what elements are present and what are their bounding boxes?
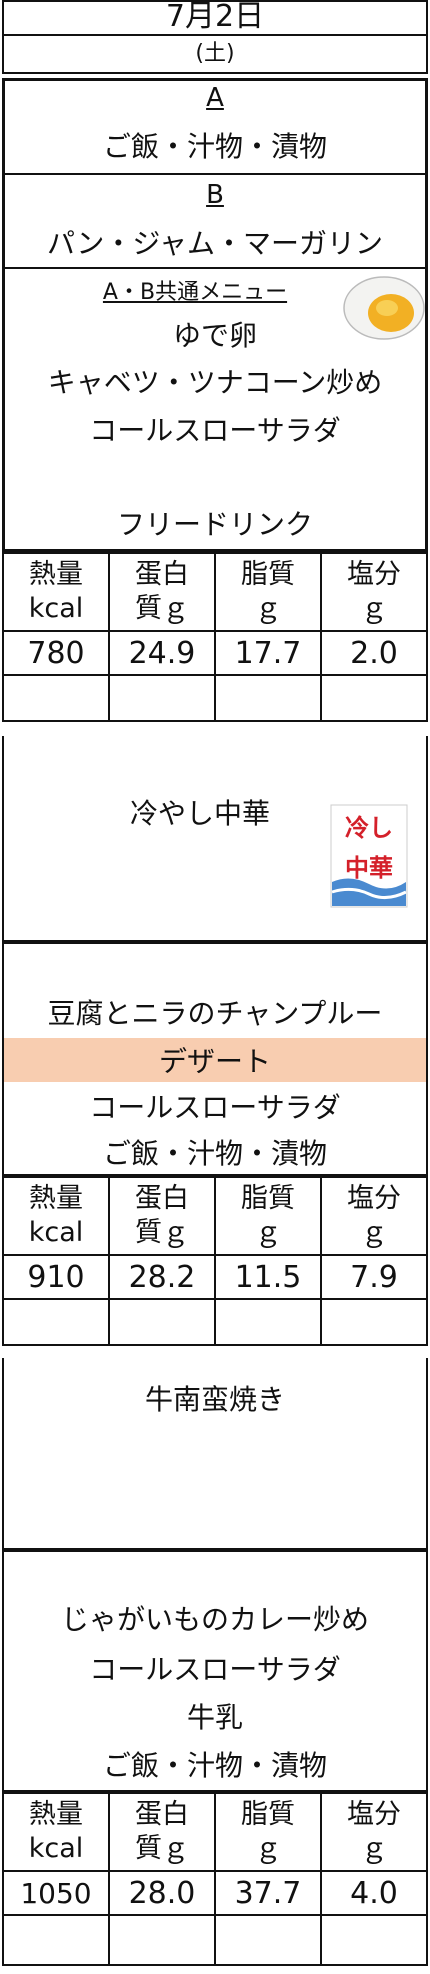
header-salt: 塩分 ｇ [320, 1792, 428, 1872]
energy-value: 1050 [2, 1870, 110, 1916]
lunch-dessert: デザート [158, 1045, 271, 1078]
salt-value: 4.0 [320, 1870, 428, 1916]
nutrition-empty-row [2, 1914, 428, 1966]
date-text: 7月2日 [165, 0, 265, 34]
breakfast-nutrition-table: 熱量 kcal 蛋白 質ｇ 脂質 ｇ 塩分 ｇ 780 24.9 17.7 2.0 [2, 552, 428, 722]
energy-value: 780 [2, 630, 110, 676]
header-energy: 熱量 kcal [2, 1792, 110, 1872]
header-protein: 蛋白 質ｇ [108, 1792, 216, 1872]
header-fat: 脂質 ｇ [214, 552, 322, 632]
header-fat: 脂質 ｇ [214, 1176, 322, 1256]
sign-text-line-2: 中華 [345, 854, 393, 882]
header-fat: 脂質 ｇ [214, 1792, 322, 1872]
header-protein: 蛋白 質ｇ [108, 552, 216, 632]
common-menu-label: A・B共通メニュー [102, 280, 288, 305]
drink-item: フリードリンク [116, 508, 313, 541]
day-cell: (土) [2, 36, 428, 74]
divider [5, 173, 425, 175]
lunch-staple: ご飯・汁物・漬物 [102, 1137, 327, 1170]
option-a-label: A [206, 83, 224, 113]
energy-value: 910 [2, 1254, 110, 1300]
nutrition-value-row: 910 28.2 11.5 7.9 [2, 1254, 428, 1300]
nutrition-header-row: 熱量 kcal 蛋白 質ｇ 脂質 ｇ 塩分 ｇ [2, 552, 428, 632]
date-cell: 7月2日 [2, 0, 428, 36]
divider [5, 267, 425, 269]
dinner-main-dish: 牛南蛮焼き [144, 1383, 285, 1416]
nutrition-value-row: 780 24.9 17.7 2.0 [2, 630, 428, 676]
lunch-side-dish: 豆腐とニラのチャンプルー [47, 997, 383, 1030]
common-item-2: キャベツ・ツナコーン炒め [47, 366, 383, 399]
dinner-item-3: 牛乳 [186, 1701, 243, 1734]
lunch-salad: コールスローサラダ [89, 1091, 341, 1124]
nutrition-empty-row [2, 674, 428, 722]
lunch-main: 冷やし中華 冷し 中華 [2, 736, 428, 942]
fat-value: 11.5 [214, 1254, 322, 1300]
lunch-sides: 豆腐とニラのチャンプルー デザート コールスローサラダ ご飯・汁物・漬物 [2, 942, 428, 1176]
header-energy: 熱量 kcal [2, 552, 110, 632]
salt-value: 7.9 [320, 1254, 428, 1300]
boiled-egg-icon [343, 276, 425, 340]
nutrition-header-row: 熱量 kcal 蛋白 質ｇ 脂質 ｇ 塩分 ｇ [2, 1792, 428, 1872]
option-b-label: B [206, 180, 224, 210]
dinner-nutrition-table: 熱量 kcal 蛋白 質ｇ 脂質 ｇ 塩分 ｇ 1050 28.0 37.7 4.0 [2, 1792, 428, 1966]
salt-value: 2.0 [320, 630, 428, 676]
dinner-main: 牛南蛮焼き [2, 1358, 428, 1550]
header-protein: 蛋白 質ｇ [108, 1176, 216, 1256]
breakfast-menu: A ご飯・汁物・漬物 B パン・ジャム・マーガリン A・B共通メニュー ゆで卵 … [2, 78, 428, 552]
fat-value: 37.7 [214, 1870, 322, 1916]
nutrition-header-row: 熱量 kcal 蛋白 質ｇ 脂質 ｇ 塩分 ｇ [2, 1176, 428, 1256]
header-salt: 塩分 ｇ [320, 552, 428, 632]
protein-value: 28.0 [108, 1870, 216, 1916]
protein-value: 24.9 [108, 630, 216, 676]
dinner-sides: じゃがいものカレー炒め コールスローサラダ 牛乳 ご飯・汁物・漬物 [2, 1550, 428, 1792]
dinner-item-1: じゃがいものカレー炒め [60, 1603, 369, 1636]
lunch-nutrition-table: 熱量 kcal 蛋白 質ｇ 脂質 ｇ 塩分 ｇ 910 28.2 11.5 7.9 [2, 1176, 428, 1346]
protein-value: 28.2 [108, 1254, 216, 1300]
dinner-item-4: ご飯・汁物・漬物 [102, 1749, 327, 1782]
day-text: (土) [195, 41, 235, 66]
fat-value: 17.7 [214, 630, 322, 676]
nutrition-value-row: 1050 28.0 37.7 4.0 [2, 1870, 428, 1916]
header-energy: 熱量 kcal [2, 1176, 110, 1256]
dinner-item-2: コールスローサラダ [89, 1653, 341, 1686]
nutrition-empty-row [2, 1298, 428, 1346]
option-b-menu: パン・ジャム・マーガリン [46, 227, 383, 260]
sign-text-line-1: 冷し [345, 814, 393, 842]
option-a-menu: ご飯・汁物・漬物 [102, 130, 327, 163]
common-item-3: コールスローサラダ [89, 414, 341, 447]
header-salt: 塩分 ｇ [320, 1176, 428, 1256]
